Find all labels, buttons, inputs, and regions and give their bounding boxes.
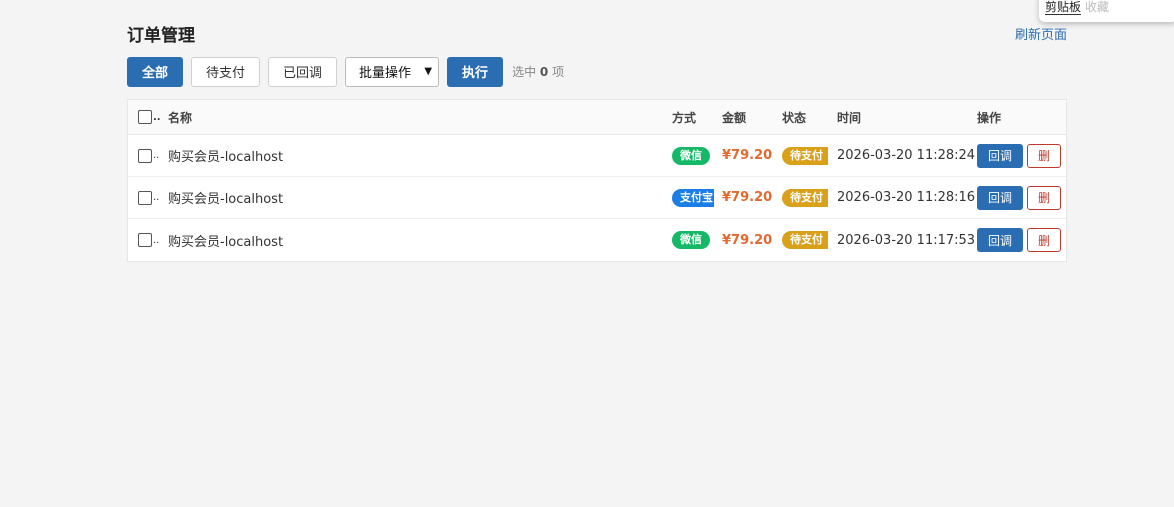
selected-count: 0 bbox=[539, 65, 549, 79]
table-row: .. 购买会员-localhost 微信 ¥79.20 待支付 2026-03-… bbox=[128, 135, 1066, 177]
header-method: 方式 bbox=[672, 110, 697, 125]
callback-button[interactable]: 回调 bbox=[977, 143, 1023, 168]
header-status: 状态 bbox=[782, 110, 807, 125]
selected-count-text: 选中 0 项 bbox=[512, 63, 564, 80]
order-name: 购买会员-localhost bbox=[168, 234, 284, 250]
header-amount: 金额 bbox=[722, 110, 747, 125]
order-name: 购买会员-localhost bbox=[168, 150, 284, 165]
ops-cell: 回调 删 bbox=[977, 177, 1061, 218]
delete-button[interactable]: 删 bbox=[1027, 228, 1061, 252]
row-ellipsis: .. bbox=[153, 234, 160, 246]
row-ellipsis: .. bbox=[153, 150, 160, 161]
clipboard-popup: 剪贴板 收藏 bbox=[1039, 0, 1174, 22]
ops-cell: 回调 删 bbox=[977, 219, 1061, 261]
order-amount: ¥79.20 bbox=[722, 148, 773, 163]
order-time: 2026-03-20 11:28:24 bbox=[837, 148, 976, 163]
method-badge: 支付宝 bbox=[672, 188, 714, 207]
status-badge: 待支付 bbox=[782, 231, 828, 249]
delete-button[interactable]: 删 bbox=[1027, 143, 1061, 168]
delete-button[interactable]: 删 bbox=[1027, 185, 1061, 210]
chevron-down-icon: ▼ bbox=[424, 65, 433, 77]
order-name: 购买会员-localhost bbox=[168, 192, 284, 207]
clipboard-tab[interactable]: 剪贴板 bbox=[1045, 0, 1082, 15]
orders-table: .. 名称 方式 金额 状态 时间 操作 .. 购买会员-localhost 微… bbox=[127, 99, 1067, 262]
callback-button[interactable]: 回调 bbox=[977, 228, 1023, 252]
method-badge: 微信 bbox=[672, 146, 710, 165]
header-time: 时间 bbox=[837, 110, 862, 125]
batch-action-select[interactable]: 批量操作 ▼ bbox=[345, 56, 440, 87]
status-badge: 待支付 bbox=[782, 146, 828, 165]
filter-callback-button[interactable]: 已回调 bbox=[268, 56, 338, 87]
header-ellipsis: .. bbox=[153, 111, 161, 123]
selected-prefix: 选中 bbox=[512, 65, 537, 79]
batch-action-value: 批量操作 bbox=[359, 66, 412, 81]
select-all-checkbox[interactable] bbox=[138, 110, 152, 124]
amount-cell: ¥79.20 bbox=[722, 177, 772, 218]
order-amount: ¥79.20 bbox=[722, 232, 773, 248]
table-row: .. 购买会员-localhost 微信 ¥79.20 待支付 2026-03-… bbox=[128, 219, 1066, 261]
execute-button[interactable]: 执行 bbox=[447, 56, 504, 87]
method-cell: 微信 bbox=[672, 219, 714, 261]
method-cell: 微信 bbox=[672, 135, 714, 176]
row-select-cell: .. bbox=[138, 135, 159, 176]
select-all-cell: .. bbox=[138, 100, 161, 134]
amount-cell: ¥79.20 bbox=[722, 135, 772, 176]
status-cell: 待支付 bbox=[782, 177, 828, 218]
amount-cell: ¥79.20 bbox=[722, 219, 772, 261]
filter-all-button[interactable]: 全部 bbox=[127, 56, 184, 87]
favorites-tab[interactable]: 收藏 bbox=[1085, 0, 1109, 14]
order-amount: ¥79.20 bbox=[722, 190, 773, 205]
filter-pending-button[interactable]: 待支付 bbox=[191, 56, 261, 87]
row-ellipsis: .. bbox=[153, 192, 160, 203]
status-cell: 待支付 bbox=[782, 135, 828, 176]
row-select-cell: .. bbox=[138, 177, 159, 218]
selected-suffix: 项 bbox=[552, 65, 565, 79]
status-cell: 待支付 bbox=[782, 219, 828, 261]
table-header-row: .. 名称 方式 金额 状态 时间 操作 bbox=[128, 100, 1066, 135]
row-select-cell: .. bbox=[138, 219, 159, 261]
toolbar: 全部 待支付 已回调 批量操作 ▼ 执行 选中 0 项 bbox=[127, 56, 564, 87]
row-checkbox[interactable] bbox=[138, 148, 152, 163]
row-checkbox[interactable] bbox=[138, 233, 152, 247]
table-row: .. 购买会员-localhost 支付宝 ¥79.20 待支付 2026-03… bbox=[128, 177, 1066, 219]
method-cell: 支付宝 bbox=[672, 177, 714, 218]
header-ops: 操作 bbox=[977, 110, 1002, 125]
header-name: 名称 bbox=[168, 110, 193, 125]
ops-cell: 回调 删 bbox=[977, 135, 1061, 176]
method-badge: 微信 bbox=[672, 231, 710, 249]
status-badge: 待支付 bbox=[782, 188, 828, 207]
order-time: 2026-03-20 11:28:16 bbox=[837, 190, 976, 205]
order-time: 2026-03-20 11:17:53 bbox=[837, 232, 976, 248]
page-title: 订单管理 bbox=[127, 26, 195, 46]
refresh-page-link[interactable]: 刷新页面 bbox=[1015, 24, 1067, 43]
row-checkbox[interactable] bbox=[138, 190, 152, 205]
callback-button[interactable]: 回调 bbox=[977, 185, 1023, 210]
